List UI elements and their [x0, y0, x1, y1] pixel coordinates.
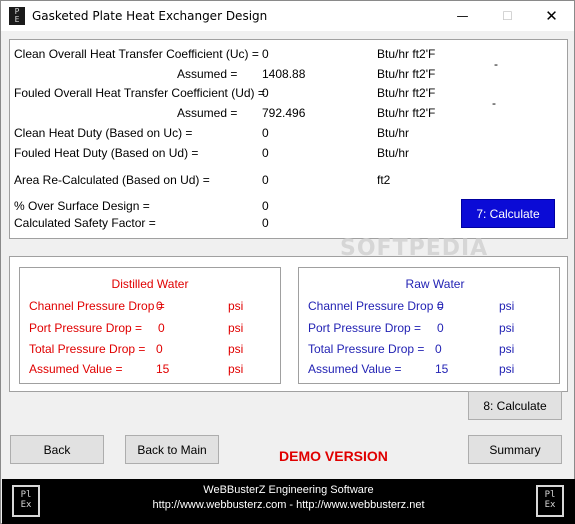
- safety-factor-value: 0: [262, 216, 269, 230]
- over-surface-label: % Over Surface Design =: [14, 199, 150, 213]
- results-panel: SOFTPEDIA Clean Overall Heat Transfer Co…: [9, 39, 568, 261]
- raw-channel-value: 0: [437, 299, 444, 313]
- plex-logo-icon: PE: [9, 7, 25, 25]
- ud-value: 0: [262, 86, 269, 100]
- raw-total-value: 0: [435, 342, 442, 356]
- ud-assumed-unit: Btu/hr ft2'F: [377, 106, 436, 120]
- maximize-button[interactable]: ☐: [485, 1, 530, 31]
- raw-port-label: Port Pressure Drop =: [308, 321, 422, 335]
- ud-unit: Btu/hr ft2'F: [377, 86, 436, 100]
- ud-label: Fouled Overall Heat Transfer Coefficient…: [14, 86, 265, 100]
- raw-total-unit: psi: [499, 342, 515, 356]
- window-title: Gasketed Plate Heat Exchanger Design: [32, 9, 268, 23]
- raw-assumed-label: Assumed Value =: [308, 362, 402, 376]
- minimize-button[interactable]: —: [440, 1, 485, 31]
- ud-status-dash: -: [492, 96, 496, 110]
- uc-status-dash: -: [494, 57, 498, 71]
- raw-water-title: Raw Water: [405, 277, 465, 291]
- plex-logo-right-icon: Pl Ex: [536, 485, 564, 517]
- fouled-duty-unit: Btu/hr: [377, 146, 410, 160]
- distilled-channel-unit: psi: [228, 299, 244, 313]
- distilled-assumed-value: 15: [156, 362, 170, 376]
- distilled-assumed-label: Assumed Value =: [29, 362, 123, 376]
- calculate-7-button[interactable]: 7: Calculate: [461, 199, 555, 228]
- footer-company: WeBBusterZ Engineering Software: [203, 484, 374, 496]
- over-surface-value: 0: [262, 199, 269, 213]
- uc-assumed-value: 1408.88: [262, 67, 306, 81]
- area-unit: ft2: [377, 173, 391, 187]
- distilled-port-value: 0: [158, 321, 165, 335]
- raw-water-group: Raw Water Channel Pressure Drop = 0 psi …: [298, 267, 560, 384]
- demo-version-label: DEMO VERSION: [279, 448, 388, 464]
- distilled-total-value: 0: [156, 342, 163, 356]
- distilled-channel-value: 0: [156, 299, 163, 313]
- uc-assumed-label: Assumed =: [177, 67, 238, 81]
- uc-label: Clean Overall Heat Transfer Coefficient …: [14, 47, 259, 61]
- clean-duty-label: Clean Heat Duty (Based on Uc) =: [14, 126, 193, 140]
- calculate-8-button[interactable]: 8: Calculate: [468, 391, 562, 420]
- distilled-port-label: Port Pressure Drop =: [29, 321, 143, 335]
- ud-assumed-value: 792.496: [262, 106, 306, 120]
- pressure-drop-panel: Distilled Water Channel Pressure Drop = …: [9, 256, 568, 392]
- raw-port-unit: psi: [499, 321, 515, 335]
- title-bar[interactable]: PE Gasketed Plate Heat Exchanger Design …: [1, 1, 574, 31]
- distilled-total-unit: psi: [228, 342, 244, 356]
- safety-factor-label: Calculated Safety Factor =: [14, 216, 156, 230]
- distilled-assumed-unit: psi: [228, 362, 244, 376]
- distilled-channel-label: Channel Pressure Drop =: [29, 299, 165, 313]
- uc-value: 0: [262, 47, 269, 61]
- raw-total-label: Total Pressure Drop =: [308, 342, 425, 356]
- back-to-main-button[interactable]: Back to Main: [125, 435, 219, 464]
- back-button[interactable]: Back: [10, 435, 104, 464]
- fouled-duty-value: 0: [262, 146, 269, 160]
- raw-channel-label: Channel Pressure Drop =: [308, 299, 444, 313]
- uc-assumed-unit: Btu/hr ft2'F: [377, 67, 436, 81]
- app-window: PE Gasketed Plate Heat Exchanger Design …: [0, 0, 575, 524]
- area-value: 0: [262, 173, 269, 187]
- clean-duty-value: 0: [262, 126, 269, 140]
- raw-channel-unit: psi: [499, 299, 515, 313]
- distilled-water-title: Distilled Water: [111, 277, 189, 291]
- distilled-water-group: Distilled Water Channel Pressure Drop = …: [19, 267, 281, 384]
- footer-urls[interactable]: http://www.webbusterz.com - http://www.w…: [2, 499, 575, 511]
- raw-port-value: 0: [437, 321, 444, 335]
- area-label: Area Re-Calculated (Based on Ud) =: [14, 173, 210, 187]
- close-button[interactable]: ✕: [529, 1, 574, 31]
- distilled-total-label: Total Pressure Drop =: [29, 342, 146, 356]
- raw-assumed-unit: psi: [499, 362, 515, 376]
- clean-duty-unit: Btu/hr: [377, 126, 410, 140]
- ud-assumed-label: Assumed =: [177, 106, 238, 120]
- footer-banner: Pl Ex WeBBusterZ Engineering Software htt…: [2, 479, 575, 524]
- raw-assumed-value: 15: [435, 362, 449, 376]
- distilled-port-unit: psi: [228, 321, 244, 335]
- summary-button[interactable]: Summary: [468, 435, 562, 464]
- uc-unit: Btu/hr ft2'F: [377, 47, 436, 61]
- fouled-duty-label: Fouled Heat Duty (Based on Ud) =: [14, 146, 199, 160]
